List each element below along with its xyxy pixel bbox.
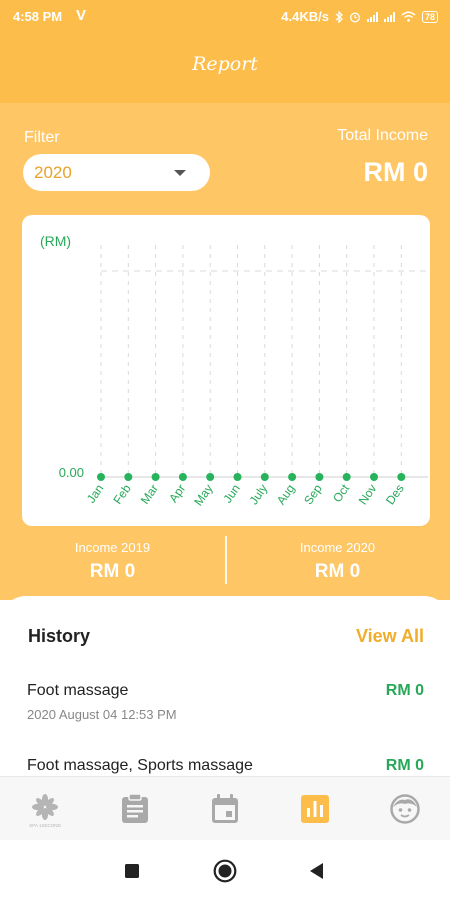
- nav-profile[interactable]: [360, 777, 450, 841]
- data-point: [151, 473, 160, 481]
- x-tick-label: May: [191, 482, 215, 509]
- filter-label: Filter: [24, 129, 60, 146]
- data-point: [397, 473, 406, 481]
- year-filter-dropdown[interactable]: 2020: [23, 154, 210, 191]
- signal-icon: [383, 11, 395, 22]
- history-title: History: [28, 626, 91, 646]
- year-filter-value: 2020: [34, 162, 72, 182]
- wifi-icon: [401, 11, 416, 22]
- view-all-link[interactable]: View All: [356, 626, 424, 647]
- chevron-down-icon: [174, 170, 186, 176]
- income-line-chart: (RM) 0.00Jan Feb Mar Apr May Jun July Aug Sep Oct N…: [40, 233, 428, 509]
- nav-bookings[interactable]: [90, 777, 180, 841]
- status-bar: 4:58 PM V 4.4KB/s 78: [0, 0, 450, 32]
- home-logo-icon: SPA 1SECOND: [29, 794, 61, 828]
- alarm-icon: [350, 12, 360, 22]
- x-tick-label: Feb: [110, 481, 134, 506]
- income-2019-value: RM 0: [89, 561, 136, 582]
- x-tick-label: Nov: [356, 482, 380, 508]
- x-tick-label: Des: [383, 482, 407, 508]
- income-2019-block: Income 2019 RM 0: [0, 536, 225, 583]
- data-point: [233, 473, 242, 481]
- x-tick-label: Sep: [301, 481, 325, 507]
- data-point: [288, 473, 297, 481]
- nav-home[interactable]: SPA 1SECOND: [0, 777, 90, 841]
- history-item-amount: RM 0: [385, 757, 424, 774]
- data-point: [124, 473, 133, 481]
- nav-calendar[interactable]: [180, 777, 270, 841]
- income-2020-value: RM 0: [314, 561, 361, 582]
- report-chart-icon: [301, 795, 329, 823]
- total-income-value: RM 0: [363, 157, 428, 187]
- data-point: [206, 473, 215, 481]
- income-summary: Income 2019 RM 0 Income 2020 RM 0: [0, 536, 450, 586]
- data-point: [342, 473, 351, 481]
- calendar-icon: [212, 794, 238, 823]
- page-title: Report: [192, 53, 258, 75]
- x-tick-label: Apr: [166, 482, 188, 505]
- data-point: [97, 473, 105, 481]
- y-axis-label: (RM): [40, 233, 71, 249]
- total-income-label: Total Income: [337, 127, 428, 144]
- data-point: [178, 473, 187, 481]
- nav-logo-text: SPA 1SECOND: [29, 823, 61, 828]
- battery-icon: 78: [421, 10, 438, 23]
- signal-icon: [366, 11, 378, 22]
- income-2019-label: Income 2019: [74, 540, 151, 555]
- status-time: 4:58 PM: [13, 9, 63, 24]
- back-triangle-icon[interactable]: [310, 863, 324, 879]
- profile-face-icon: [390, 794, 420, 824]
- data-point: [260, 473, 269, 481]
- income-chart-card: (RM) 0.00 Jan Feb Mar Apr May Jun July Aug Sep Oct N…: [22, 215, 430, 526]
- x-tick-label: Jan: [84, 482, 107, 506]
- y-tick-label: 0.00: [59, 465, 84, 480]
- bluetooth-icon: [335, 10, 343, 23]
- x-tick-label: Mar: [138, 482, 161, 507]
- carrier-icon: V: [76, 7, 87, 24]
- status-icons: 4.4KB/s 78: [281, 9, 438, 24]
- recents-square-icon[interactable]: [125, 864, 139, 878]
- history-item-name: Foot massage: [27, 682, 129, 699]
- system-navigation: [0, 840, 450, 900]
- history-item-amount: RM 0: [385, 682, 424, 699]
- x-tick-label: Oct: [330, 481, 353, 505]
- bottom-navigation: SPA 1SECOND: [0, 776, 450, 841]
- home-circle-icon[interactable]: [213, 859, 237, 883]
- nav-report[interactable]: [270, 777, 360, 841]
- clipboard-icon: [122, 794, 148, 823]
- data-point: [315, 473, 324, 481]
- x-tick-label: July: [247, 482, 271, 508]
- network-speed: 4.4KB/s: [281, 9, 329, 24]
- x-tick-label: Jun: [220, 482, 243, 506]
- history-item-date: 2020 August 04 12:53 PM: [27, 707, 177, 722]
- income-2020-block: Income 2020 RM 0: [225, 536, 450, 583]
- x-tick-label: Aug: [274, 482, 298, 508]
- income-2020-label: Income 2020: [299, 540, 376, 555]
- data-point: [370, 473, 378, 481]
- history-item-name: Foot massage, Sports massage: [27, 757, 253, 774]
